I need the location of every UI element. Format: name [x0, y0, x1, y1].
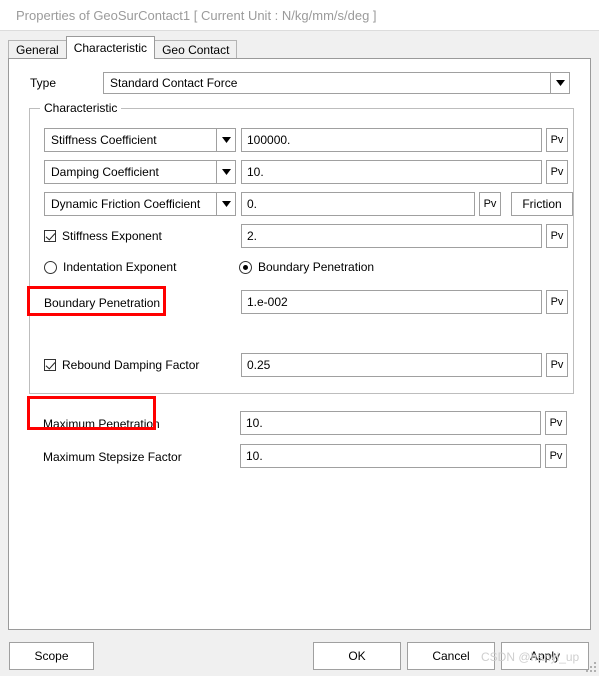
type-label: Type	[30, 76, 57, 90]
indentation-exponent-label: Indentation Exponent	[63, 260, 177, 274]
dynamic-friction-coefficient-value[interactable]: 0.	[241, 192, 475, 216]
chevron-down-icon[interactable]	[216, 193, 235, 215]
characteristic-group-title: Characteristic	[40, 101, 122, 115]
stiffness-exponent-checkbox[interactable]: Stiffness Exponent	[44, 227, 162, 245]
checkbox-icon[interactable]	[44, 359, 56, 371]
stiffness-coefficient-value[interactable]: 100000.	[241, 128, 542, 152]
row-exponent-choice: Indentation Exponent Boundary Penetratio…	[30, 258, 575, 282]
row-dynamic-friction-coefficient: Dynamic Friction Coefficient 0. Pv Frict…	[30, 192, 575, 216]
rebound-damping-factor-label: Rebound Damping Factor	[62, 358, 200, 372]
friction-button[interactable]: Friction	[511, 192, 573, 216]
damping-coefficient-pv-button[interactable]: Pv	[546, 160, 568, 184]
ok-button[interactable]: OK	[313, 642, 401, 670]
tab-characteristic[interactable]: Characteristic	[65, 36, 156, 59]
rebound-damping-factor-pv-button[interactable]: Pv	[546, 353, 568, 377]
damping-coefficient-value[interactable]: 10.	[241, 160, 542, 184]
window-title-bar: Properties of GeoSurContact1 [ Current U…	[0, 0, 599, 30]
dynamic-friction-coefficient-pv-button[interactable]: Pv	[479, 192, 501, 216]
maximum-penetration-pv-button[interactable]: Pv	[545, 411, 567, 435]
row-stiffness-exponent: Stiffness Exponent 2. Pv	[30, 224, 575, 248]
window-title: Properties of GeoSurContact1 [ Current U…	[16, 7, 377, 23]
tab-page-characteristic: Type Standard Contact Force Characterist…	[8, 58, 591, 630]
maximum-penetration-value[interactable]: 10.	[240, 411, 541, 435]
type-row: Type Standard Contact Force	[30, 72, 570, 94]
rebound-damping-factor-checkbox[interactable]: Rebound Damping Factor	[44, 356, 199, 374]
maximum-penetration-label: Maximum Penetration	[43, 417, 160, 431]
tab-geo-contact[interactable]: Geo Contact	[154, 40, 238, 59]
maximum-stepsize-factor-value[interactable]: 10.	[240, 444, 541, 468]
stiffness-coefficient-pv-button[interactable]: Pv	[546, 128, 568, 152]
boundary-penetration-radio-label: Boundary Penetration	[258, 260, 375, 274]
radio-icon[interactable]	[239, 260, 252, 274]
boundary-penetration-label: Boundary Penetration	[44, 296, 161, 310]
boundary-penetration-radio[interactable]: Boundary Penetration	[239, 258, 374, 276]
dynamic-friction-coefficient-combobox[interactable]: Dynamic Friction Coefficient	[44, 192, 236, 216]
radio-icon[interactable]	[44, 260, 57, 274]
characteristic-group: Characteristic Stiffness Coefficient 100…	[29, 101, 575, 394]
type-combobox-value: Standard Contact Force	[110, 76, 238, 90]
rebound-damping-factor-value[interactable]: 0.25	[241, 353, 542, 377]
row-maximum-stepsize-factor: Maximum Stepsize Factor 10. Pv	[29, 444, 574, 468]
chevron-down-icon[interactable]	[550, 73, 569, 93]
damping-coefficient-combobox[interactable]: Damping Coefficient	[44, 160, 236, 184]
apply-button[interactable]: Apply	[501, 642, 589, 670]
tab-general[interactable]: General	[8, 40, 67, 59]
row-maximum-penetration: Maximum Penetration 10. Pv	[29, 411, 574, 435]
maximum-stepsize-factor-label: Maximum Stepsize Factor	[43, 450, 182, 464]
stiffness-exponent-value[interactable]: 2.	[241, 224, 542, 248]
dynamic-friction-coefficient-combobox-value: Dynamic Friction Coefficient	[51, 197, 201, 211]
stiffness-coefficient-combobox[interactable]: Stiffness Coefficient	[44, 128, 236, 152]
dialog-button-bar: Scope OK Cancel Apply	[0, 637, 599, 676]
row-stiffness-coefficient: Stiffness Coefficient 100000. Pv	[30, 128, 575, 152]
chevron-down-icon[interactable]	[216, 161, 235, 183]
row-boundary-penetration: Boundary Penetration 1.e-002 Pv	[30, 290, 575, 314]
scope-button[interactable]: Scope	[9, 642, 94, 670]
stiffness-exponent-pv-button[interactable]: Pv	[546, 224, 568, 248]
dialog-body: General Characteristic Geo Contact Type …	[0, 30, 599, 676]
indentation-exponent-radio[interactable]: Indentation Exponent	[44, 258, 176, 276]
checkbox-icon[interactable]	[44, 230, 56, 242]
boundary-penetration-pv-button[interactable]: Pv	[546, 290, 568, 314]
boundary-penetration-value[interactable]: 1.e-002	[241, 290, 542, 314]
type-combobox[interactable]: Standard Contact Force	[103, 72, 570, 94]
row-damping-coefficient: Damping Coefficient 10. Pv	[30, 160, 575, 184]
stiffness-coefficient-combobox-value: Stiffness Coefficient	[51, 133, 157, 147]
damping-coefficient-combobox-value: Damping Coefficient	[51, 165, 159, 179]
maximum-stepsize-factor-pv-button[interactable]: Pv	[545, 444, 567, 468]
chevron-down-icon[interactable]	[216, 129, 235, 151]
row-rebound-damping-factor: Rebound Damping Factor 0.25 Pv	[30, 353, 575, 377]
cancel-button[interactable]: Cancel	[407, 642, 495, 670]
stiffness-exponent-label: Stiffness Exponent	[62, 229, 162, 243]
tab-strip: General Characteristic Geo Contact	[8, 36, 591, 59]
